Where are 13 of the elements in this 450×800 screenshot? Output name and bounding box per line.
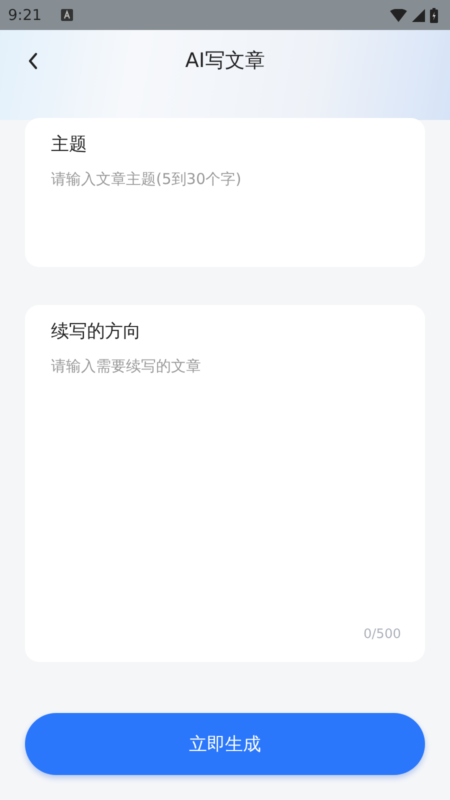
notification-icon — [60, 9, 73, 21]
battery-icon — [430, 8, 438, 22]
generate-button[interactable]: 立即生成 — [25, 713, 425, 775]
signal-icon — [412, 8, 425, 22]
topic-label: 主题 — [51, 133, 88, 157]
direction-input[interactable]: 请输入需要续写的文章 — [51, 357, 399, 379]
status-time: 9:21 — [8, 6, 42, 24]
character-counter: 0/500 — [364, 627, 401, 642]
page-title: AI写文章 — [185, 46, 265, 74]
wifi-icon — [390, 8, 407, 22]
direction-label: 续写的方向 — [51, 320, 142, 344]
back-icon — [27, 52, 39, 70]
topic-input[interactable]: 请输入文章主题(5到30个字) — [51, 170, 399, 188]
